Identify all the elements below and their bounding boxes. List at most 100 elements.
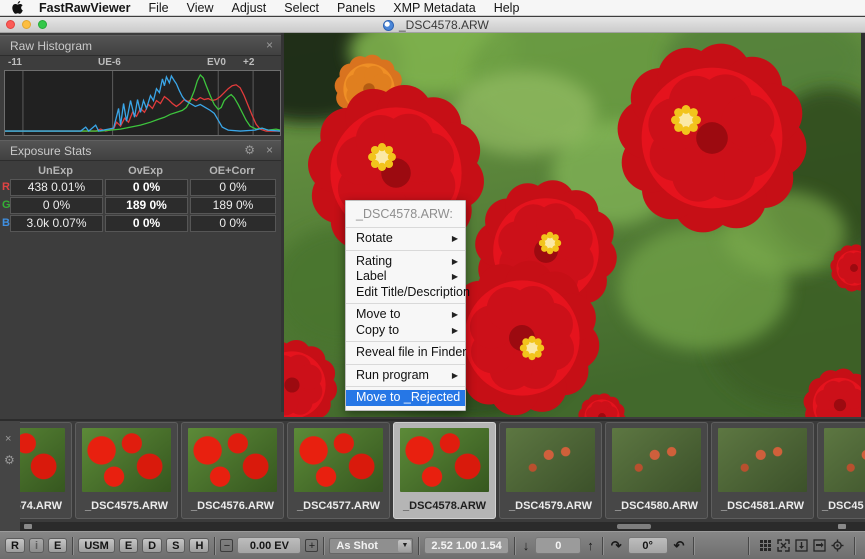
thumbnail-image[interactable] (824, 428, 865, 492)
toolbar-button-d[interactable]: D (142, 538, 162, 553)
left-dock: Raw Histogram × -11UE-6EV0+2 Exposure St… (0, 33, 284, 412)
submenu-arrow-icon: ▶ (452, 254, 458, 270)
settings-icon[interactable] (831, 539, 844, 552)
toolbar-separator (514, 537, 515, 555)
filmstrip-thumbnail[interactable]: _DSC4576.ARW (181, 422, 284, 519)
transfer-icon[interactable] (813, 539, 826, 552)
menu-panels[interactable]: Panels (337, 1, 375, 15)
filmstrip-thumbnail[interactable]: _DSC45 (817, 422, 865, 519)
menu-select[interactable]: Select (284, 1, 319, 15)
stats-cell: 0 0% (10, 197, 103, 214)
gear-icon[interactable]: ⚙ (244, 143, 255, 157)
window-titlebar[interactable]: _DSC4578.ARW (0, 17, 865, 33)
scrollbar-thumb[interactable] (617, 524, 651, 529)
scrollbar-left-cap[interactable] (24, 524, 32, 529)
close-icon[interactable]: × (266, 143, 273, 157)
rating-up-button[interactable]: ↑ (587, 539, 594, 552)
stats-row-g: G0 0%189 0%189 0% (0, 197, 281, 214)
toolbar-separator (323, 537, 324, 555)
thumbnail-image[interactable] (612, 428, 701, 492)
toolbar-button-e[interactable]: E (48, 538, 67, 553)
apple-menu[interactable] (12, 1, 23, 14)
ev-value[interactable]: 0.00 EV (237, 537, 301, 554)
photo-edge (861, 33, 865, 417)
submenu-arrow-icon: ▶ (452, 323, 458, 339)
menu-divider (346, 341, 465, 342)
thumbnail-image[interactable] (20, 428, 65, 492)
fit-screen-icon[interactable] (777, 539, 790, 552)
exposure-stats-table: UnExpOvExpOE+CorrR438 0.01%0 0%0 0%G0 0%… (0, 164, 281, 233)
channel-label: B (2, 217, 10, 229)
ev-plus-button[interactable]: + (305, 539, 318, 552)
thumbnail-image[interactable] (506, 428, 595, 492)
filmstrip-thumbnail[interactable]: _DSC4575.ARW (75, 422, 178, 519)
filmstrip-thumbnail[interactable]: _DSC4579.ARW (499, 422, 602, 519)
thumbnail-filename: _DSC4581.ARW (712, 500, 813, 512)
apple-icon (12, 1, 23, 14)
thumbnail-image[interactable] (188, 428, 277, 492)
ev-minus-button[interactable]: − (220, 539, 233, 552)
thumbnail-image[interactable] (294, 428, 383, 492)
dropdown-arrow-icon[interactable]: ▼ (398, 540, 411, 552)
toolbar-button-e[interactable]: E (119, 538, 138, 553)
minimize-window-button[interactable] (22, 20, 31, 29)
context-menu-item-move-to[interactable]: Move to▶ (346, 307, 465, 323)
filmstrip-thumbnail[interactable]: _DSC4577.ARW (287, 422, 390, 519)
white-balance-value: As Shot (336, 540, 378, 552)
gear-icon[interactable]: ⚙ (4, 453, 15, 467)
menu-adjust[interactable]: Adjust (232, 1, 267, 15)
menu-fastrawviewer[interactable]: FastRawViewer (39, 1, 130, 15)
context-menu-item-copy-to[interactable]: Copy to▶ (346, 323, 465, 339)
stats-cell: 189 0% (190, 197, 276, 214)
stats-cell: 3.0k 0.07% (10, 215, 103, 232)
download-icon[interactable] (795, 539, 808, 552)
menu-file[interactable]: File (148, 1, 168, 15)
grid-icon[interactable] (759, 539, 772, 552)
submenu-arrow-icon: ▶ (452, 307, 458, 323)
zoom-window-button[interactable] (38, 20, 47, 29)
stats-column-header: UnExp (10, 165, 101, 177)
stats-cell: 0 0% (105, 215, 188, 232)
filmstrip-scrollbar[interactable] (20, 522, 865, 531)
toolbar-button-s[interactable]: S (166, 538, 185, 553)
rating-down-button[interactable]: ↓ (523, 539, 530, 552)
scrollbar-right-cap[interactable] (838, 524, 846, 529)
toolbar-button-h[interactable]: H (189, 538, 209, 553)
thumbnail-image[interactable] (718, 428, 807, 492)
white-balance-select[interactable]: As Shot ▼ (329, 538, 413, 554)
filmstrip-thumbnail[interactable]: _DSC4578.ARW (393, 422, 496, 519)
histogram-scale-label: UE-6 (98, 57, 121, 68)
thumbnail-image[interactable] (82, 428, 171, 492)
filmstrip-thumbnail[interactable]: _DSC4574.ARW (20, 422, 72, 519)
filmstrip-side-bar: × ⚙ (0, 421, 20, 531)
toolbar-button-r[interactable]: R (5, 538, 25, 553)
close-icon[interactable]: × (266, 38, 273, 52)
menu-divider (346, 386, 465, 387)
toolbar-separator (748, 537, 749, 555)
thumbnail-image[interactable] (400, 428, 489, 492)
rotate-cw-button[interactable]: ↷ (611, 539, 622, 552)
menu-xmp-metadata[interactable]: XMP Metadata (393, 1, 475, 15)
filmstrip-thumbnail[interactable]: _DSC4580.ARW (605, 422, 708, 519)
wb-coefficients: 2.52 1.00 1.54 (424, 537, 508, 554)
menu-view[interactable]: View (187, 1, 214, 15)
context-menu-item-run-program[interactable]: Run program▶ (346, 368, 465, 384)
rotate-ccw-button[interactable]: ↶ (674, 539, 685, 552)
context-menu-item-rating[interactable]: Rating▶ (346, 254, 465, 270)
raw-histogram-plot (4, 70, 281, 136)
thumbnail-filename: _DSC4574.ARW (20, 500, 71, 512)
toolbar-button-usm[interactable]: USM (78, 538, 114, 553)
context-menu-item-move-to-rejected[interactable]: Move to _Rejected (346, 390, 465, 406)
close-window-button[interactable] (6, 20, 15, 29)
submenu-arrow-icon: ▶ (452, 269, 458, 285)
toolbar-button-i[interactable]: i (29, 538, 44, 553)
context-menu-item-label[interactable]: Label▶ (346, 269, 465, 285)
filmstrip-thumbnail[interactable]: _DSC4581.ARW (711, 422, 814, 519)
context-menu-item-reveal-file-in-finder[interactable]: Reveal file in Finder (346, 345, 465, 361)
context-menu-item-rotate[interactable]: Rotate▶ (346, 231, 465, 247)
menu-help[interactable]: Help (494, 1, 520, 15)
menu-divider (346, 303, 465, 304)
context-menu: _DSC4578.ARW: Rotate▶Rating▶Label▶Edit T… (345, 200, 466, 411)
close-icon[interactable]: × (5, 433, 11, 445)
context-menu-item-edit-title-description[interactable]: Edit Title/Description (346, 285, 465, 301)
